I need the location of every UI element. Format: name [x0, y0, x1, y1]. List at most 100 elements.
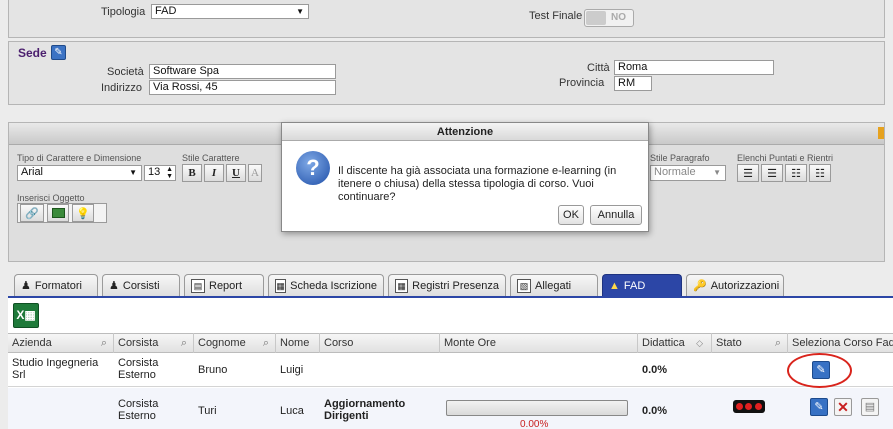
bullet-list-icon[interactable]: ☷ [785, 164, 807, 182]
sede-panel: Sede ✎ Società Software Spa Indirizzo Vi… [8, 41, 885, 105]
ok-button[interactable]: OK [558, 205, 584, 225]
font-select[interactable]: Arial ▼ [17, 165, 142, 181]
cell-corsista: Corsista Esterno [118, 357, 159, 381]
status-dot-icon [736, 403, 744, 410]
tab-autorizzazioni[interactable]: 🔑 Autorizzazioni [686, 274, 784, 296]
col-stato[interactable]: Stato ⌕ [712, 333, 788, 353]
status-dot-icon [745, 403, 753, 410]
paragraph-label: Stile Paragrafo [650, 153, 710, 163]
search-icon[interactable]: ⌕ [263, 333, 269, 353]
col-seleziona-corso-fad[interactable]: Seleziona Corso Fad [788, 333, 893, 353]
cell-nome: Luigi [280, 364, 304, 376]
print-icon[interactable]: ▤ [861, 398, 879, 416]
tipologia-select[interactable]: FAD ▼ [151, 4, 309, 19]
users-icon: ♟ [109, 280, 119, 292]
cell-didattica: 0.0% [642, 405, 668, 417]
col-cognome[interactable]: Cognome ⌕ [194, 333, 276, 353]
col-nome[interactable]: Nome [276, 333, 320, 353]
chevron-down-icon: ▼ [713, 168, 721, 177]
test-finale-label: Test Finale [529, 10, 583, 22]
delete-icon[interactable]: ✕ [834, 398, 852, 416]
citta-field[interactable]: Roma [614, 60, 774, 75]
sort-icon[interactable]: ◇ [696, 333, 703, 353]
tipologia-label: Tipologia [101, 6, 146, 18]
tab-corsisti[interactable]: ♟ Corsisti [102, 274, 180, 296]
italic-button[interactable]: I [204, 164, 224, 182]
calendar-icon: ▦ [395, 278, 409, 293]
insert-group-label: Inserisci Oggetto [17, 193, 85, 203]
provincia-label: Provincia [559, 77, 605, 89]
toggle-text: NO [611, 12, 626, 23]
dialog-title-bar: Attenzione [282, 123, 648, 141]
highlight-circle [787, 353, 852, 388]
search-icon[interactable]: ⌕ [101, 333, 107, 353]
form-icon: ▦ [275, 278, 287, 293]
dialog-title: Attenzione [436, 126, 494, 138]
monte-ore-percent: 0.00% [520, 419, 549, 429]
col-corsista[interactable]: Corsista ⌕ [114, 333, 194, 353]
cell-nome: Luca [280, 405, 304, 417]
corner-icon [878, 127, 884, 139]
tab-formatori[interactable]: ♟ Formatori [14, 274, 98, 296]
chevron-down-icon: ▼ [296, 7, 304, 16]
chevron-down-icon: ▼ [129, 168, 137, 177]
monte-ore-progress-bar [446, 400, 628, 416]
numbered-list-icon[interactable]: ☷ [809, 164, 831, 182]
citta-label: Città [587, 62, 610, 74]
link-icon[interactable]: 🔗 [20, 204, 44, 222]
col-didattica[interactable]: Didattica ◇ [638, 333, 712, 353]
search-icon[interactable]: ⌕ [181, 333, 187, 353]
edit-icon[interactable]: ✎ [810, 398, 828, 416]
stepper-icon: ▲ ▼ [166, 166, 173, 180]
indirizzo-field[interactable]: Via Rossi, 45 [149, 80, 336, 95]
toggle-knob [586, 11, 606, 25]
general-panel: Tipologia FAD ▼ Test Finale NO [8, 0, 885, 38]
search-icon[interactable]: ⌕ [775, 333, 781, 353]
test-finale-toggle[interactable]: NO [584, 9, 634, 27]
tab-report[interactable]: ▤ Report [184, 274, 264, 296]
user-icon: ♟ [21, 280, 31, 292]
edit-icon[interactable]: ✎ [51, 45, 66, 60]
tab-fad[interactable]: ▲ FAD [602, 274, 682, 296]
image-icon[interactable] [47, 204, 69, 222]
excel-export-icon[interactable]: X▦ [13, 303, 39, 328]
font-group-label: Tipo di Carattere e Dimensione [17, 153, 142, 163]
text-color-button[interactable]: A [248, 164, 262, 182]
cell-azienda: Studio Ingegneria Srl [12, 357, 99, 381]
cell-didattica: 0.0% [642, 364, 668, 376]
status-dot-icon [754, 403, 762, 410]
cell-cognome: Turi [198, 405, 217, 417]
list-group-label: Elenchi Puntati e Rientri [737, 153, 834, 163]
cell-cognome: Bruno [198, 364, 228, 376]
col-monte-ore[interactable]: Monte Ore [440, 333, 638, 353]
bold-button[interactable]: B [182, 164, 202, 182]
dialog-message: Il discente ha già associata una formazi… [338, 165, 617, 203]
lightbulb-icon[interactable]: 💡 [72, 204, 94, 222]
sede-title: Sede [18, 46, 47, 60]
tab-allegati[interactable]: ▧ Allegati [510, 274, 598, 296]
question-icon: ? [296, 151, 330, 185]
paragraph-select[interactable]: Normale ▼ [650, 165, 726, 181]
report-icon: ▤ [191, 278, 205, 293]
outdent-icon[interactable]: ☰ [737, 164, 759, 182]
col-azienda[interactable]: Azienda ⌕ [8, 333, 114, 353]
tab-registri-presenza[interactable]: ▦ Registri Presenza [388, 274, 506, 296]
indirizzo-label: Indirizzo [101, 82, 142, 94]
status-indicator [733, 400, 765, 413]
indent-icon[interactable]: ☰ [761, 164, 783, 182]
key-icon: 🔑 [693, 280, 707, 292]
societa-label: Società [107, 66, 144, 78]
underline-button[interactable]: U [226, 164, 246, 182]
societa-field[interactable]: Software Spa [149, 64, 336, 79]
cell-corsista: Corsista Esterno [118, 398, 159, 422]
cancel-button[interactable]: Annulla [590, 205, 642, 225]
network-icon: ▲ [609, 279, 620, 292]
style-group-label: Stile Carattere [182, 153, 240, 163]
provincia-field[interactable]: RM [614, 76, 652, 91]
attachment-icon: ▧ [517, 278, 531, 293]
cell-corso: Aggiornamento Dirigenti [324, 398, 406, 422]
font-size-stepper[interactable]: 13 ▲ ▼ [144, 165, 176, 181]
attention-dialog: Attenzione ? Il discente ha già associat… [281, 122, 649, 232]
col-corso[interactable]: Corso [320, 333, 440, 353]
tab-scheda-iscrizione[interactable]: ▦ Scheda Iscrizione [268, 274, 384, 296]
